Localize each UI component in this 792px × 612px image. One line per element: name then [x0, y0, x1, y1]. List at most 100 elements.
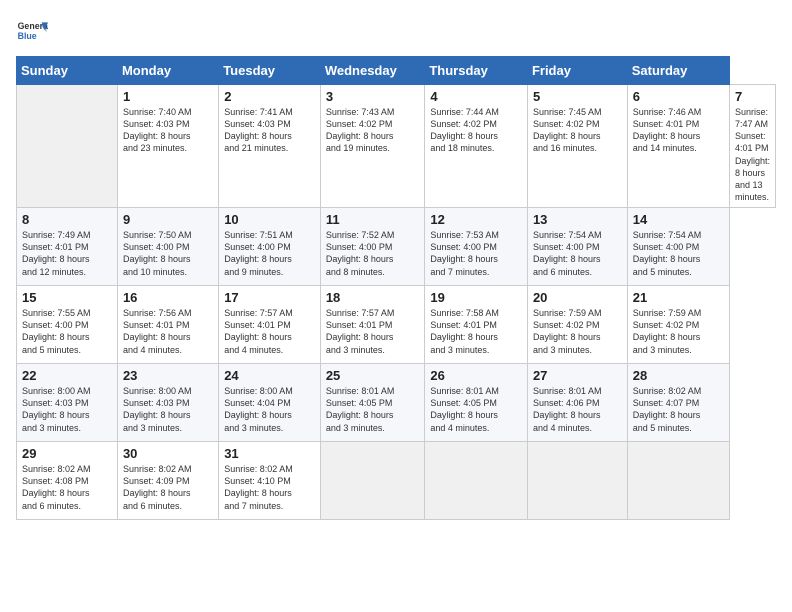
cell-content: Sunrise: 7:56 AMSunset: 4:01 PMDaylight:… — [123, 307, 213, 356]
day-number: 28 — [633, 368, 724, 383]
calendar-cell — [320, 442, 425, 520]
day-number: 15 — [22, 290, 112, 305]
calendar-cell: 11 Sunrise: 7:52 AMSunset: 4:00 PMDayligh… — [320, 208, 425, 286]
calendar-cell: 2Sunrise: 7:41 AMSunset: 4:03 PMDaylight… — [219, 85, 321, 208]
cell-content: Sunrise: 7:54 AMSunset: 4:00 PMDaylight:… — [533, 229, 622, 278]
calendar-cell: 1 Sunrise: 7:40 AMSunset: 4:03 PMDaylight… — [117, 85, 218, 208]
week-row-2: 8 Sunrise: 7:49 AMSunset: 4:01 PMDaylight… — [17, 208, 776, 286]
cell-content: Sunrise: 8:00 AMSunset: 4:04 PMDaylight:… — [224, 385, 315, 434]
logo-icon: General Blue — [16, 16, 48, 48]
calendar-cell: 14Sunrise: 7:54 AMSunset: 4:00 PMDayligh… — [627, 208, 729, 286]
cell-content: Sunrise: 7:47 AMSunset: 4:01 PMDaylight:… — [735, 106, 770, 203]
calendar-cell: 24 Sunrise: 8:00 AMSunset: 4:04 PMDayligh… — [219, 364, 321, 442]
day-number: 6 — [633, 89, 724, 104]
calendar-cell: 26Sunrise: 8:01 AMSunset: 4:05 PMDayligh… — [425, 364, 528, 442]
day-number: 31 — [224, 446, 315, 461]
day-number: 16 — [123, 290, 213, 305]
logo: General Blue — [16, 16, 52, 48]
day-number: 10 — [224, 212, 315, 227]
calendar-cell: 21 Sunrise: 7:59 AMSunset: 4:02 PMDayligh… — [627, 286, 729, 364]
day-number: 29 — [22, 446, 112, 461]
cell-content: Sunrise: 8:02 AMSunset: 4:09 PMDaylight:… — [123, 463, 213, 512]
cell-content: Sunrise: 7:59 AMSunset: 4:02 PMDaylight:… — [633, 307, 724, 356]
calendar-cell: 20Sunrise: 7:59 AMSunset: 4:02 PMDayligh… — [527, 286, 627, 364]
page-container: General Blue SundayMondayTuesdayWednesda… — [0, 0, 792, 530]
calendar-cell: 8 Sunrise: 7:49 AMSunset: 4:01 PMDaylight… — [17, 208, 118, 286]
cell-content: Sunrise: 7:50 AMSunset: 4:00 PMDaylight:… — [123, 229, 213, 278]
day-header-sunday: Sunday — [17, 57, 118, 85]
cell-content: Sunrise: 7:51 AMSunset: 4:00 PMDaylight:… — [224, 229, 315, 278]
cell-content: Sunrise: 7:53 AMSunset: 4:00 PMDaylight:… — [430, 229, 522, 278]
calendar-table: SundayMondayTuesdayWednesdayThursdayFrid… — [16, 56, 776, 520]
day-number: 3 — [326, 89, 420, 104]
calendar-cell: 27 Sunrise: 8:01 AMSunset: 4:06 PMDayligh… — [527, 364, 627, 442]
day-header-tuesday: Tuesday — [219, 57, 321, 85]
cell-content: Sunrise: 7:45 AMSunset: 4:02 PMDaylight:… — [533, 106, 622, 155]
cell-content: Sunrise: 7:57 AMSunset: 4:01 PMDaylight:… — [326, 307, 420, 356]
calendar-cell: 18 Sunrise: 7:57 AMSunset: 4:01 PMDayligh… — [320, 286, 425, 364]
day-number: 24 — [224, 368, 315, 383]
calendar-cell — [527, 442, 627, 520]
day-header-saturday: Saturday — [627, 57, 729, 85]
cell-content: Sunrise: 7:41 AMSunset: 4:03 PMDaylight:… — [224, 106, 315, 155]
calendar-cell: 13 Sunrise: 7:54 AMSunset: 4:00 PMDayligh… — [527, 208, 627, 286]
day-number: 23 — [123, 368, 213, 383]
week-row-1: 1 Sunrise: 7:40 AMSunset: 4:03 PMDaylight… — [17, 85, 776, 208]
day-number: 1 — [123, 89, 213, 104]
calendar-cell: 19Sunrise: 7:58 AMSunset: 4:01 PMDayligh… — [425, 286, 528, 364]
calendar-cell: 6Sunrise: 7:46 AMSunset: 4:01 PMDaylight… — [627, 85, 729, 208]
calendar-cell: 22 Sunrise: 8:00 AMSunset: 4:03 PMDayligh… — [17, 364, 118, 442]
day-header-friday: Friday — [527, 57, 627, 85]
header-row: SundayMondayTuesdayWednesdayThursdayFrid… — [17, 57, 776, 85]
week-row-4: 22 Sunrise: 8:00 AMSunset: 4:03 PMDayligh… — [17, 364, 776, 442]
calendar-cell: 25Sunrise: 8:01 AMSunset: 4:05 PMDayligh… — [320, 364, 425, 442]
cell-content: Sunrise: 7:52 AMSunset: 4:00 PMDaylight:… — [326, 229, 420, 278]
calendar-cell — [17, 85, 118, 208]
day-number: 21 — [633, 290, 724, 305]
day-number: 7 — [735, 89, 770, 104]
cell-content: Sunrise: 8:02 AMSunset: 4:08 PMDaylight:… — [22, 463, 112, 512]
calendar-cell: 9 Sunrise: 7:50 AMSunset: 4:00 PMDaylight… — [117, 208, 218, 286]
calendar-cell: 12 Sunrise: 7:53 AMSunset: 4:00 PMDayligh… — [425, 208, 528, 286]
cell-content: Sunrise: 8:01 AMSunset: 4:06 PMDaylight:… — [533, 385, 622, 434]
calendar-cell: 31 Sunrise: 8:02 AMSunset: 4:10 PMDayligh… — [219, 442, 321, 520]
day-number: 4 — [430, 89, 522, 104]
day-number: 8 — [22, 212, 112, 227]
day-number: 9 — [123, 212, 213, 227]
cell-content: Sunrise: 7:59 AMSunset: 4:02 PMDaylight:… — [533, 307, 622, 356]
cell-content: Sunrise: 7:43 AMSunset: 4:02 PMDaylight:… — [326, 106, 420, 155]
day-number: 27 — [533, 368, 622, 383]
cell-content: Sunrise: 8:02 AMSunset: 4:07 PMDaylight:… — [633, 385, 724, 434]
calendar-cell: 4Sunrise: 7:44 AMSunset: 4:02 PMDaylight… — [425, 85, 528, 208]
cell-content: Sunrise: 8:00 AMSunset: 4:03 PMDaylight:… — [22, 385, 112, 434]
day-number: 12 — [430, 212, 522, 227]
cell-content: Sunrise: 7:57 AMSunset: 4:01 PMDaylight:… — [224, 307, 315, 356]
calendar-cell: 29 Sunrise: 8:02 AMSunset: 4:08 PMDayligh… — [17, 442, 118, 520]
calendar-cell: 30Sunrise: 8:02 AMSunset: 4:09 PMDayligh… — [117, 442, 218, 520]
day-number: 13 — [533, 212, 622, 227]
week-row-5: 29 Sunrise: 8:02 AMSunset: 4:08 PMDayligh… — [17, 442, 776, 520]
cell-content: Sunrise: 7:54 AMSunset: 4:00 PMDaylight:… — [633, 229, 724, 278]
cell-content: Sunrise: 7:49 AMSunset: 4:01 PMDaylight:… — [22, 229, 112, 278]
day-header-monday: Monday — [117, 57, 218, 85]
calendar-cell — [627, 442, 729, 520]
calendar-cell — [425, 442, 528, 520]
day-number: 17 — [224, 290, 315, 305]
cell-content: Sunrise: 8:00 AMSunset: 4:03 PMDaylight:… — [123, 385, 213, 434]
calendar-cell: 16 Sunrise: 7:56 AMSunset: 4:01 PMDayligh… — [117, 286, 218, 364]
cell-content: Sunrise: 7:40 AMSunset: 4:03 PMDaylight:… — [123, 106, 213, 155]
day-number: 19 — [430, 290, 522, 305]
svg-text:Blue: Blue — [18, 31, 37, 41]
day-number: 18 — [326, 290, 420, 305]
day-number: 26 — [430, 368, 522, 383]
day-number: 22 — [22, 368, 112, 383]
calendar-cell: 17 Sunrise: 7:57 AMSunset: 4:01 PMDayligh… — [219, 286, 321, 364]
cell-content: Sunrise: 8:02 AMSunset: 4:10 PMDaylight:… — [224, 463, 315, 512]
calendar-cell: 28 Sunrise: 8:02 AMSunset: 4:07 PMDayligh… — [627, 364, 729, 442]
calendar-cell: 23 Sunrise: 8:00 AMSunset: 4:03 PMDayligh… — [117, 364, 218, 442]
calendar-cell: 7 Sunrise: 7:47 AMSunset: 4:01 PMDaylight… — [729, 85, 775, 208]
day-header-wednesday: Wednesday — [320, 57, 425, 85]
calendar-cell: 15Sunrise: 7:55 AMSunset: 4:00 PMDayligh… — [17, 286, 118, 364]
day-number: 11 — [326, 212, 420, 227]
week-row-3: 15Sunrise: 7:55 AMSunset: 4:00 PMDayligh… — [17, 286, 776, 364]
